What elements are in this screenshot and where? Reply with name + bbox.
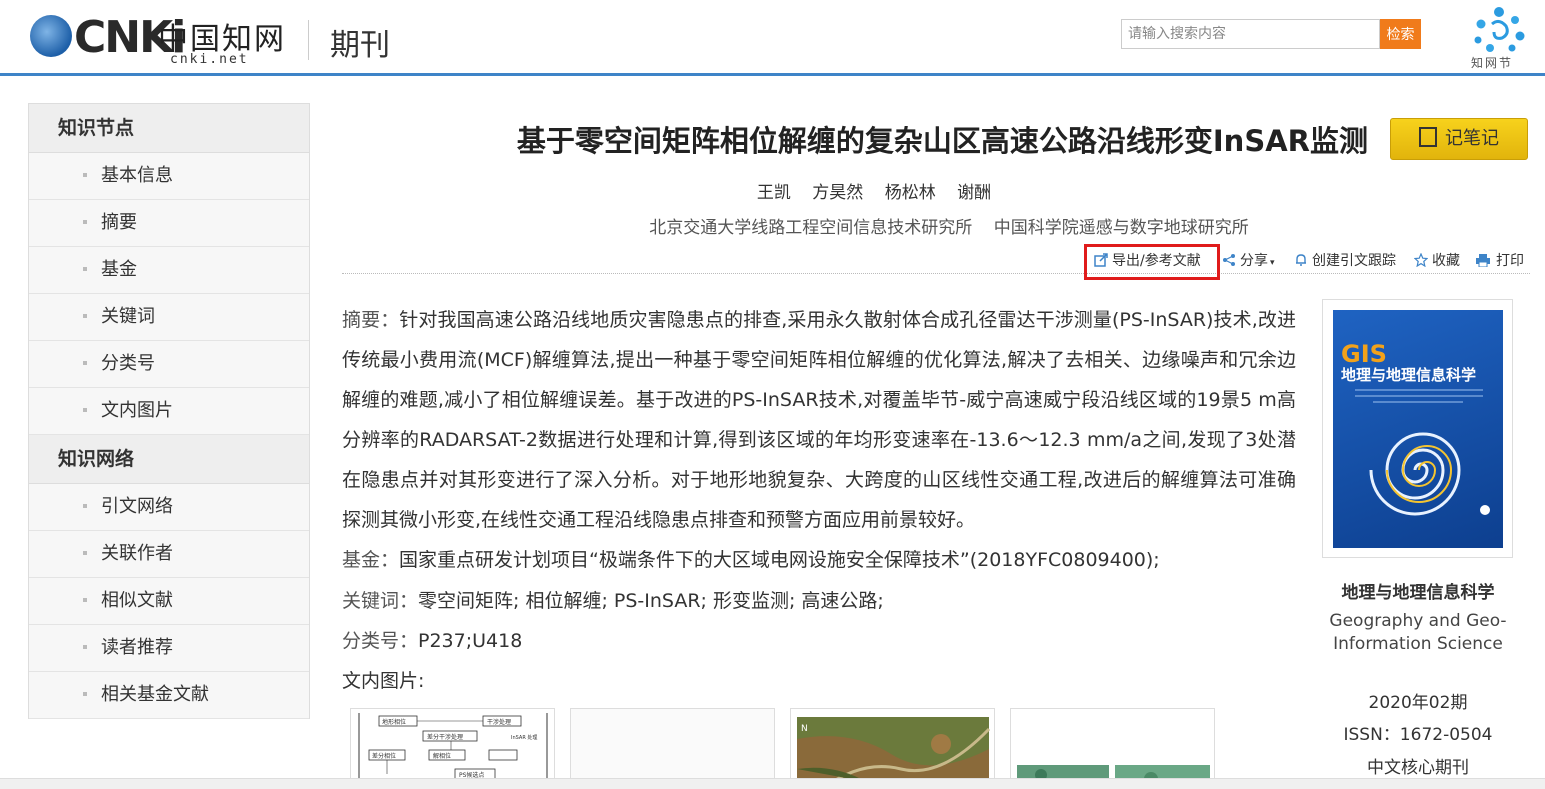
fund-label: 基金： <box>342 549 400 571</box>
create-citation-tracking-button[interactable]: 创建引文跟踪 <box>1294 250 1396 270</box>
terrain-map-figure: N <box>797 717 991 788</box>
section-title[interactable]: 期刊 <box>330 20 390 64</box>
zhiwangjie-text: 知网节 <box>1471 56 1514 70</box>
figure-box-text: InSAR 处理 <box>511 734 537 741</box>
figure-thumbnail-flowchart[interactable]: 地形相位 干涉处理 差分干涉处理 InSAR 处理 差分相位 解相位 PS候选点 <box>350 708 555 789</box>
journal-english-name: Geography and Geo-Information Science <box>1329 611 1507 654</box>
flowchart-figure: 地形相位 干涉处理 差分干涉处理 InSAR 处理 差分相位 解相位 PS候选点 <box>358 713 548 788</box>
bell-icon <box>1296 254 1306 266</box>
track-label: 创建引文跟踪 <box>1312 253 1396 269</box>
sidebar-item-classification[interactable]: 分类号 <box>29 341 309 388</box>
figure-box-text: 差分干涉处理 <box>427 733 463 741</box>
sidebar-item-keywords[interactable]: 关键词 <box>29 294 309 341</box>
figure-thumbnail-blank[interactable] <box>570 708 775 789</box>
cnki-logo[interactable]: CNKi 中国知网 cnki.net <box>30 10 290 70</box>
figure-box-text: 差分相位 <box>372 752 396 760</box>
keywords-label: 关键词： <box>342 590 419 612</box>
star-icon <box>1414 253 1428 267</box>
figure-thumbnail-deformation[interactable] <box>1010 708 1215 789</box>
figure-box-text: 干涉处理 <box>487 718 511 726</box>
share-icon <box>1223 254 1235 266</box>
author-link[interactable]: 方昊然 <box>812 183 863 203</box>
horizontal-scrollbar[interactable] <box>0 778 1545 789</box>
share-label: 分享 <box>1240 253 1268 269</box>
sidebar: 知识节点 基本信息 摘要 基金 关键词 分类号 文内图片 知识网络 引文网络 关… <box>28 103 310 719</box>
search-input[interactable] <box>1121 19 1380 49</box>
fund-row: 基金：国家重点研发计划项目“极端条件下的大区域电网设施安全保障技术”(2018Y… <box>342 545 1160 572</box>
journal-issue[interactable]: 2020年02期 <box>1320 688 1516 713</box>
classification-row: 分类号：P237;U418 <box>342 626 522 653</box>
print-label: 打印 <box>1496 253 1524 269</box>
journal-issn: ISSN：1672-0504 <box>1343 725 1493 745</box>
highlight-box <box>1084 244 1220 280</box>
sidebar-item-similar-papers[interactable]: 相似文献 <box>29 578 309 625</box>
figure-box-text: 解相位 <box>433 752 451 760</box>
logo-domain: cnki.net <box>170 52 249 67</box>
author-link[interactable]: 杨松林 <box>885 183 936 203</box>
sidebar-item-abstract[interactable]: 摘要 <box>29 200 309 247</box>
sidebar-item-fund[interactable]: 基金 <box>29 247 309 294</box>
notebook-icon <box>1419 127 1437 147</box>
cover-title: 地理与地理信息科学 <box>1341 366 1476 384</box>
sidebar-group-title: 知识网络 <box>29 435 309 484</box>
deformation-figure <box>1017 765 1210 788</box>
favorite-button[interactable]: 收藏 <box>1414 250 1460 270</box>
author-link[interactable]: 王凯 <box>757 183 791 203</box>
print-button[interactable]: 打印 <box>1474 250 1524 270</box>
author-link[interactable]: 谢酬 <box>957 183 991 203</box>
sidebar-item-related-authors[interactable]: 关联作者 <box>29 531 309 578</box>
sidebar-item-figures[interactable]: 文内图片 <box>29 388 309 435</box>
sidebar-item-basic-info[interactable]: 基本信息 <box>29 153 309 200</box>
keywords-row: 关键词：零空间矩阵; 相位解缠; PS-InSAR; 形变监测; 高速公路; <box>342 586 884 613</box>
figure-thumbnail-map[interactable]: N <box>790 708 995 789</box>
journal-cover-frame[interactable]: GIS 地理与地理信息科学 <box>1322 299 1513 558</box>
figure-box-text: 地形相位 <box>382 718 406 726</box>
article-toolbar: 导出/参考文献 分享 ▾ 创建引文跟踪 收藏 打印 <box>342 246 1530 274</box>
classification-label: 分类号： <box>342 630 419 652</box>
journal-cover-art: GIS 地理与地理信息科学 <box>1341 340 1490 516</box>
institution-link[interactable]: 中国科学院遥感与数字地球研究所 <box>994 218 1249 238</box>
printer-icon <box>1476 254 1490 267</box>
cover-logo-text: GIS <box>1341 340 1387 368</box>
institution-link[interactable]: 北京交通大学线路工程空间信息技术研究所 <box>649 218 972 238</box>
classification-value: P237;U418 <box>418 630 523 652</box>
header-divider <box>308 20 309 60</box>
journal-core-badge: 中文核心期刊 <box>1367 758 1469 778</box>
abstract-text: 针对我国高速公路沿线地质灾害隐患点的排查,采用永久散射体合成孔径雷达干涉测量(P… <box>342 309 1296 531</box>
author-list: 王凯 方昊然 杨松林 谢酬 <box>340 178 1368 203</box>
sidebar-item-reader-recommend[interactable]: 读者推荐 <box>29 625 309 672</box>
site-header: CNKi 中国知网 cnki.net 期刊 检索 知网节 <box>0 0 1545 76</box>
abstract-label: 摘要： <box>342 309 400 331</box>
sidebar-group-title: 知识节点 <box>29 104 309 153</box>
figure-thumbnails: 地形相位 干涉处理 差分干涉处理 InSAR 处理 差分相位 解相位 PS候选点 <box>350 708 1220 789</box>
share-button[interactable]: 分享 ▾ <box>1222 250 1275 270</box>
journal-name-link[interactable]: 地理与地理信息科学 <box>1320 578 1516 603</box>
journal-cover-image: GIS 地理与地理信息科学 <box>1333 310 1503 548</box>
sidebar-item-related-fund[interactable]: 相关基金文献 <box>29 672 309 719</box>
chevron-down-icon: ▾ <box>1270 258 1275 268</box>
north-arrow-icon: N <box>801 724 808 734</box>
search-button[interactable]: 检索 <box>1380 19 1421 49</box>
keywords-links[interactable]: 零空间矩阵; 相位解缠; PS-InSAR; 形变监测; 高速公路; <box>418 590 884 612</box>
figures-label: 文内图片: <box>342 670 425 692</box>
take-note-label: 记笔记 <box>1445 128 1499 149</box>
globe-icon <box>30 15 72 57</box>
abstract-section: 摘要：针对我国高速公路沿线地质灾害隐患点的排查,采用永久散射体合成孔径雷达干涉测… <box>342 300 1296 540</box>
sidebar-item-citation-network[interactable]: 引文网络 <box>29 484 309 531</box>
fund-link[interactable]: 国家重点研发计划项目“极端条件下的大区域电网设施安全保障技术”(2018YFC0… <box>399 549 1160 571</box>
article-title: 基于零空间矩阵相位解缠的复杂山区高速公路沿线形变InSAR监测 <box>516 124 1368 158</box>
institution-list: 北京交通大学线路工程空间信息技术研究所 中国科学院遥感与数字地球研究所 <box>340 213 1368 238</box>
take-note-button[interactable]: 记笔记 <box>1390 118 1528 160</box>
favorite-label: 收藏 <box>1432 253 1460 269</box>
